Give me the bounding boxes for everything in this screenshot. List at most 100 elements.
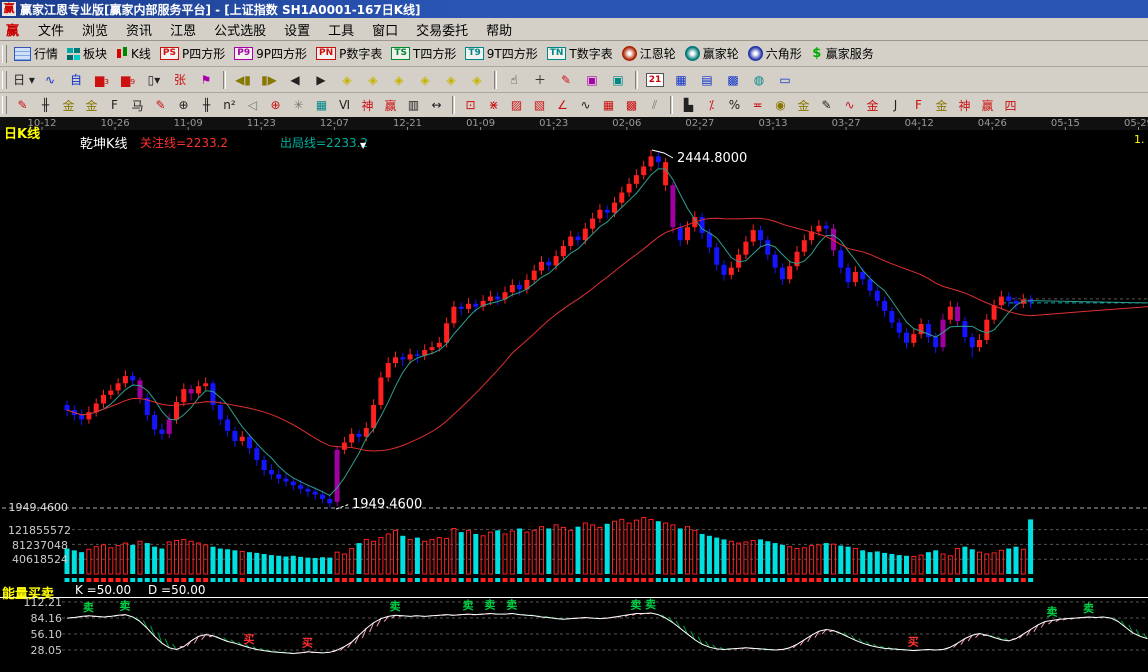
candle-style-icon[interactable]: ▯▾ <box>141 70 167 90</box>
shen-angle-icon[interactable]: 神 <box>953 96 976 115</box>
gold-red-icon[interactable]: 金 <box>861 96 884 115</box>
web-grid-icon[interactable]: ▦ <box>310 96 333 115</box>
toolbar-button-quotes[interactable]: 行情 <box>11 44 64 63</box>
j-angle-icon[interactable]: J <box>884 96 907 115</box>
gann-line-icon[interactable]: ╫ <box>34 96 57 115</box>
zoom-v-icon[interactable]: ◈ <box>412 70 438 90</box>
triangle-tool-icon[interactable]: ◁ <box>241 96 264 115</box>
first-page-icon[interactable]: ◀▮ <box>230 70 256 90</box>
box-tool-1-icon[interactable]: ▣ <box>579 70 605 90</box>
toolbar-button-hexagon[interactable]: 六角形 <box>745 44 808 63</box>
gold-circle-icon[interactable]: ◉ <box>769 96 792 115</box>
angle-line-icon[interactable]: ∠ <box>551 96 574 115</box>
shen-tool-icon[interactable]: 神 <box>356 96 379 115</box>
calendar-icon[interactable]: 21 <box>642 70 668 90</box>
calculator-icon[interactable]: ▦ <box>668 70 694 90</box>
menu-item-帮助[interactable]: 帮助 <box>477 18 521 41</box>
toolbar-button-9t-square[interactable]: T99T四方形 <box>462 44 543 63</box>
zoom-in-icon[interactable]: ◈ <box>438 70 464 90</box>
toolbar-grip[interactable] <box>2 45 7 63</box>
box-red-icon[interactable]: ⊡ <box>459 96 482 115</box>
square-numbers-icon[interactable]: n² <box>218 96 241 115</box>
wave-line-icon[interactable]: ∿ <box>574 96 597 115</box>
f-angle-icon[interactable]: F <box>907 96 930 115</box>
percent-icon[interactable]: % <box>723 96 746 115</box>
pencil-icon[interactable]: ✎ <box>11 96 34 115</box>
win-tool-icon[interactable]: 赢 <box>379 96 402 115</box>
toolbar-button-kline[interactable]: K线 <box>113 44 157 63</box>
save-icon[interactable]: ▩ <box>720 70 746 90</box>
parallel-lines-icon[interactable]: ⫽ <box>643 96 666 115</box>
fan-lines-icon[interactable]: ⋇ <box>482 96 505 115</box>
box-tool-2-icon[interactable]: ▣ <box>605 70 631 90</box>
toolbar-button-t-table[interactable]: TNT数字表 <box>544 44 619 63</box>
menu-item-交易委托[interactable]: 交易委托 <box>407 18 477 41</box>
fibonacci-icon[interactable]: F <box>103 96 126 115</box>
gold-line-2-icon[interactable]: 金 <box>80 96 103 115</box>
toolbar-button-p-square[interactable]: PSP四方形 <box>157 44 231 63</box>
grid-red-2-icon[interactable]: ▩ <box>620 96 643 115</box>
gold-levels-icon[interactable]: 金 <box>792 96 815 115</box>
wave-levels-icon[interactable]: ∿ <box>838 96 861 115</box>
star-tool-icon[interactable]: ✳ <box>287 96 310 115</box>
win-angle-icon[interactable]: 赢 <box>976 96 999 115</box>
pencil-2-icon[interactable]: ✎ <box>149 96 172 115</box>
grid-red-icon[interactable]: ▦ <box>597 96 620 115</box>
period-label[interactable]: 日K线 <box>4 123 40 142</box>
toolbar-button-sectors[interactable]: 板块 <box>64 44 113 63</box>
next-icon[interactable]: ▶ <box>308 70 334 90</box>
target-circle-icon[interactable]: ⊕ <box>264 96 287 115</box>
bars-tool-icon[interactable]: ▙ <box>677 96 700 115</box>
menu-item-资讯[interactable]: 资讯 <box>117 18 161 41</box>
title-bar[interactable]: 赢 赢家江恩专业版[赢家内部服务平台] - [上证指数 SH1A0001-167… <box>0 0 1148 18</box>
gold-angle-icon[interactable]: 金 <box>930 96 953 115</box>
toolbar-grip[interactable] <box>2 71 7 89</box>
cycle-circle-icon[interactable]: ⊕ <box>172 96 195 115</box>
menu-item-窗口[interactable]: 窗口 <box>363 18 407 41</box>
menu-item-公式选股[interactable]: 公式选股 <box>205 18 275 41</box>
menu-item-浏览[interactable]: 浏览 <box>73 18 117 41</box>
last-page-icon[interactable]: ▮▶ <box>256 70 282 90</box>
roman-tool-icon[interactable]: Ⅵ <box>333 96 356 115</box>
network-icon[interactable]: ◍ <box>746 70 772 90</box>
zoom-left-icon[interactable]: ◈ <box>334 70 360 90</box>
bars-3-icon[interactable]: ▆₃ <box>89 70 115 90</box>
menu-item-江恩[interactable]: 江恩 <box>161 18 205 41</box>
timeshare-icon[interactable]: ∿ <box>37 70 63 90</box>
toolbar-button-gann-wheel[interactable]: 江恩轮 <box>619 44 682 63</box>
hatch-box-icon[interactable]: ▨ <box>505 96 528 115</box>
measure-h-icon[interactable]: ↔ <box>425 96 448 115</box>
pen-bars-icon[interactable]: ✎ <box>815 96 838 115</box>
zoom-right-icon[interactable]: ◈ <box>360 70 386 90</box>
toolbar-button-9p-square[interactable]: P99P四方形 <box>231 44 313 63</box>
print-icon[interactable]: ▭ <box>772 70 798 90</box>
ruler-123-icon[interactable]: ▥ <box>402 96 425 115</box>
four-angle-icon[interactable]: 四 <box>999 96 1022 115</box>
menu-item-设置[interactable]: 设置 <box>275 18 319 41</box>
zoom-out-icon[interactable]: ◈ <box>464 70 490 90</box>
toolbar-button-winner-wheel[interactable]: 赢家轮 <box>682 44 745 63</box>
toolbar-grip[interactable] <box>2 96 7 114</box>
toolbar-button-winner-service[interactable]: $赢家服务 <box>808 44 880 63</box>
period-selector-icon[interactable]: 日 ▾ <box>11 70 37 90</box>
toolbar-button-t-square[interactable]: TST四方形 <box>388 44 462 63</box>
notes-icon[interactable]: ▤ <box>694 70 720 90</box>
ma-tool-icon[interactable]: 马 <box>126 96 149 115</box>
custom-icon[interactable]: 自 <box>63 70 89 90</box>
menu-item-工具[interactable]: 工具 <box>319 18 363 41</box>
zoom-h-icon[interactable]: ◈ <box>386 70 412 90</box>
menu-item-文件[interactable]: 文件 <box>29 18 73 41</box>
draw-flag-icon[interactable]: ⚑ <box>193 70 219 90</box>
gold-line-1-icon[interactable]: 金 <box>57 96 80 115</box>
indicator-label[interactable]: 乾坤K线 <box>80 133 128 152</box>
toolbar-button-p-table[interactable]: PNP数字表 <box>313 44 388 63</box>
bars-9-icon[interactable]: ▆₉ <box>115 70 141 90</box>
overlay-icon[interactable]: 张 <box>167 70 193 90</box>
annotate-tool-icon[interactable]: ✎ <box>553 70 579 90</box>
hand-tool-icon[interactable]: ☝ <box>501 70 527 90</box>
hatch-box-2-icon[interactable]: ▧ <box>528 96 551 115</box>
prev-icon[interactable]: ◀ <box>282 70 308 90</box>
percent-7-icon[interactable]: ⁒ <box>700 96 723 115</box>
ruler-line-icon[interactable]: ╫ <box>195 96 218 115</box>
level-5-icon[interactable]: ≖ <box>746 96 769 115</box>
